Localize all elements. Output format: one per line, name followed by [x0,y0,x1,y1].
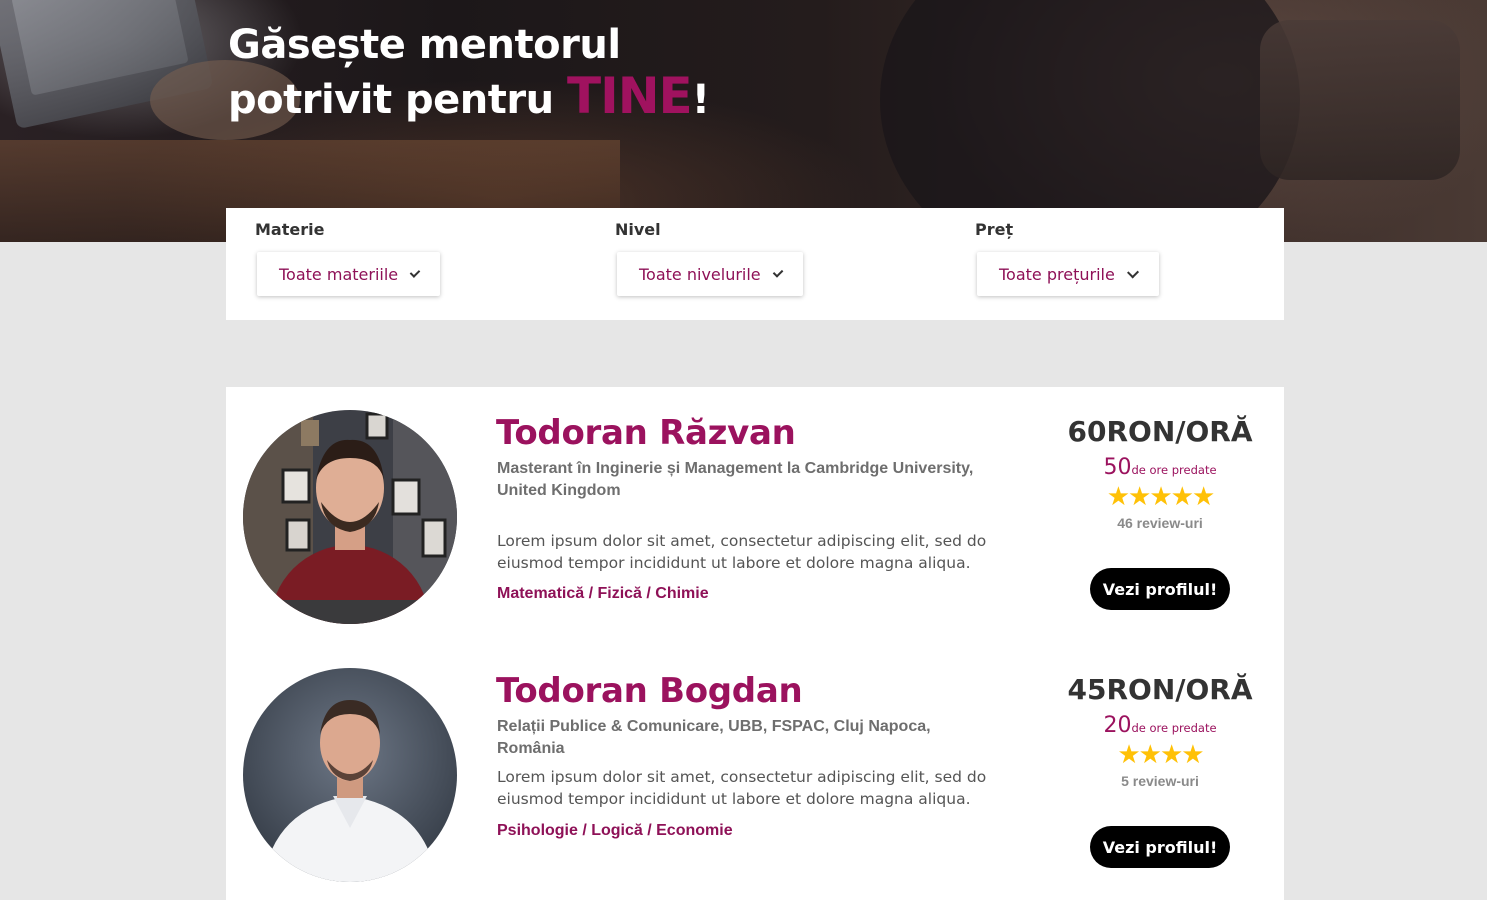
title-line-1: Găsește mentorul [228,22,621,68]
mentor-description: Lorem ipsum dolor sit amet, consectetur … [497,768,987,808]
filter-bar: Materie Toate materiile Nivel Toate nive… [226,208,1284,320]
chevron-down-icon [772,266,784,278]
title-highlight: TINE [567,67,693,125]
hero-person [880,0,1300,242]
star-rating-icon: ★★★★ [1117,740,1204,770]
star-rating-icon: ★★★★★ [1106,482,1216,512]
title-line-2: potrivit pentru [228,77,567,123]
mentor-card: Todoran Bogdan Relații Publice & Comunic… [226,645,1284,895]
mentor-list: Todoran Răzvan Masterant în Inginerie și… [226,387,1284,900]
mentor-subjects: Psihologie / Logică / Economie [497,822,733,839]
mentor-hours-count: 20 [1103,713,1132,738]
mentor-hours-label: de ore predate [1131,463,1217,477]
mentor-hours: 20de ore predate [1056,713,1264,738]
filter-subject-label: Materie [255,220,325,239]
filter-price-label: Preț [975,220,1014,239]
filter-price-value: Toate prețurile [999,264,1115,284]
mentor-hours-label: de ore predate [1131,721,1217,735]
filter-level-value: Toate nivelurile [639,264,761,284]
mentor-price: 45RON/ORĂ [1067,673,1253,706]
mentor-reviews[interactable]: 46 review-uri [1056,515,1264,531]
mentor-reviews[interactable]: 5 review-uri [1056,773,1264,789]
chevron-down-icon [409,266,421,278]
mentor-subtitle: Relații Publice & Comunicare, UBB, FSPAC… [497,718,931,757]
hero-sleeve [1260,20,1460,180]
mentor-hours-count: 50 [1103,455,1132,480]
filter-level-label: Nivel [615,220,661,239]
mentor-card: Todoran Răzvan Masterant în Inginerie și… [226,387,1284,637]
mentor-subjects: Matematică / Fizică / Chimie [497,585,709,602]
page-title: Găsește mentorul potrivit pentru TINE! [228,20,710,126]
filter-subject-value: Toate materiile [279,264,399,284]
mentor-hours: 50de ore predate [1056,455,1264,480]
title-suffix: ! [691,77,710,123]
chevron-down-icon [1126,265,1139,279]
mentor-name[interactable]: Todoran Răzvan [496,413,796,453]
avatar-photo [243,668,457,882]
filter-price-dropdown[interactable]: Toate prețurile [977,252,1159,296]
mentor-avatar[interactable] [243,668,457,882]
mentor-name[interactable]: Todoran Bogdan [496,671,803,711]
view-profile-button[interactable]: Vezi profilul! [1090,826,1230,868]
view-profile-button[interactable]: Vezi profilul! [1090,568,1230,610]
filter-subject-dropdown[interactable]: Toate materiile [257,252,440,296]
mentor-price: 60RON/ORĂ [1067,415,1253,448]
mentor-description: Lorem ipsum dolor sit amet, consectetur … [497,532,987,572]
filter-level-dropdown[interactable]: Toate nivelurile [617,252,803,296]
hero-banner: Găsește mentorul potrivit pentru TINE! [0,0,1487,242]
mentor-avatar[interactable] [243,410,457,624]
avatar-photo [243,410,457,624]
mentor-subtitle: Masterant în Inginerie și Management la … [497,460,974,499]
